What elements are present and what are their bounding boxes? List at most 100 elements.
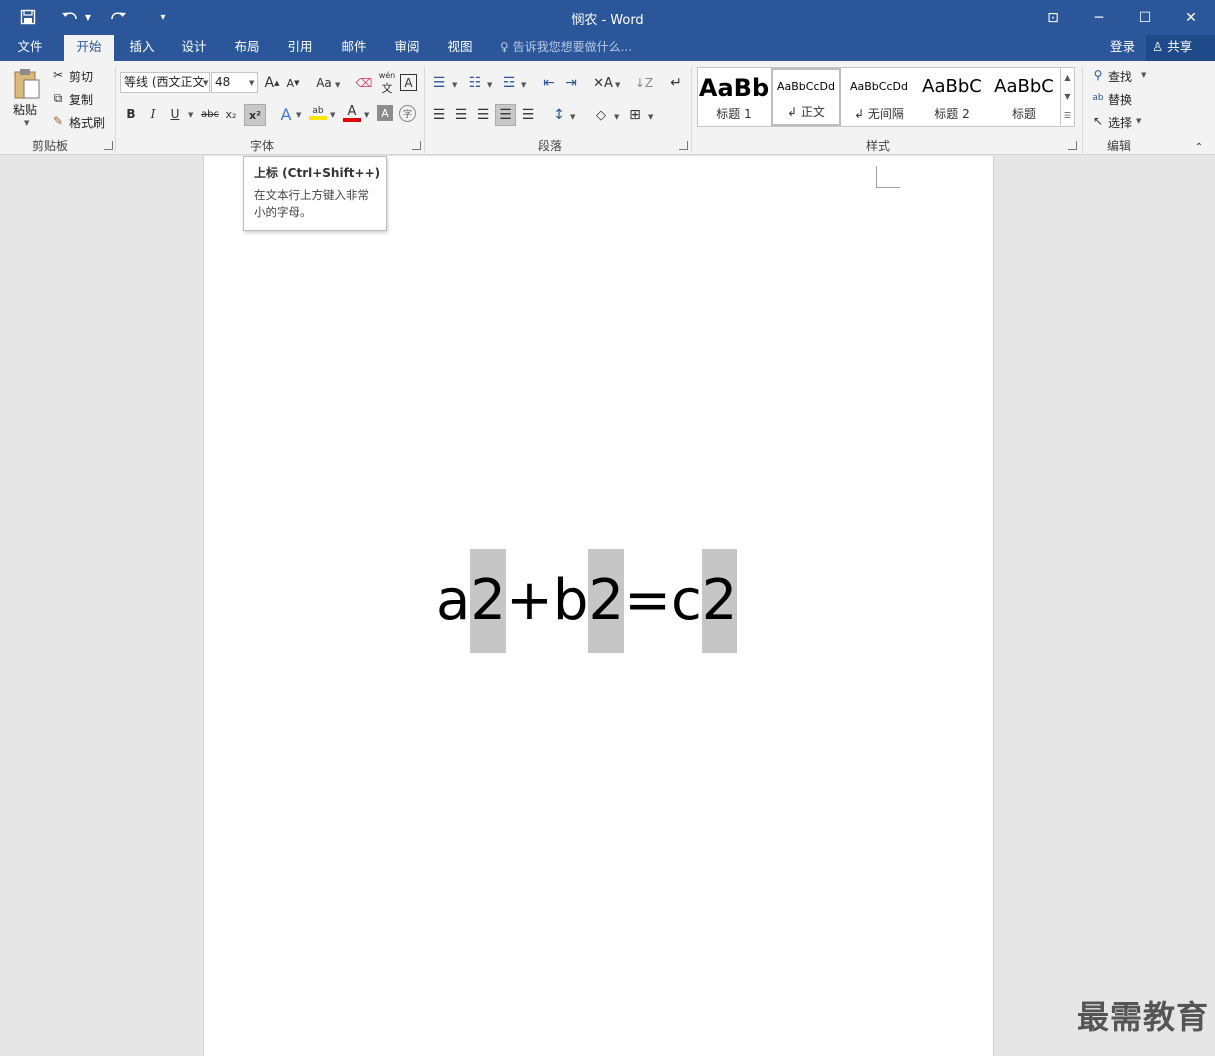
tab-layout[interactable]: 布局 (225, 35, 269, 61)
shrink-font-button[interactable]: A ▼ (284, 73, 302, 93)
find-dropdown-icon[interactable]: ▼ (1141, 71, 1146, 79)
shrink-font-label: A (286, 76, 295, 90)
decrease-indent-icon[interactable]: ⇤ (540, 73, 558, 93)
share-button[interactable]: ♙ 共享 (1146, 35, 1215, 61)
font-color-dropdown-icon[interactable]: ▼ (364, 111, 369, 119)
strikethrough-button[interactable]: abc (199, 104, 221, 124)
paste-icon[interactable] (10, 67, 44, 101)
style-title[interactable]: AaBbC 标题 (988, 68, 1060, 126)
paste-dropdown-icon[interactable]: ▼ (24, 119, 29, 127)
grow-font-button[interactable]: A ▲ (263, 73, 281, 93)
document-page[interactable]: a2+b2=c2 (203, 156, 994, 1056)
font-name-dropdown-icon[interactable]: ▼ (203, 79, 208, 87)
sort-icon[interactable]: ↓Z (635, 73, 653, 93)
clipboard-launcher-icon[interactable] (104, 141, 113, 150)
ribbon-display-icon[interactable]: ⊡ (1030, 0, 1076, 35)
character-border-icon[interactable]: A (400, 74, 417, 91)
find-button[interactable]: 查找 (1108, 68, 1132, 85)
format-painter-icon: ✎ (52, 114, 64, 128)
redo-icon[interactable] (106, 6, 130, 28)
equation-plus-b: +b (505, 568, 589, 633)
underline-button[interactable]: U (166, 104, 184, 124)
distributed-icon[interactable]: ☰ (519, 105, 537, 125)
font-color-icon[interactable]: A (342, 103, 362, 123)
replace-button[interactable]: 替换 (1108, 91, 1132, 108)
sign-in-link[interactable]: 登录 (1110, 35, 1135, 59)
tab-mailings[interactable]: 邮件 (332, 35, 376, 61)
align-left-icon[interactable]: ☰ (430, 105, 448, 125)
font-launcher-icon[interactable] (412, 141, 421, 150)
tab-insert[interactable]: 插入 (120, 35, 164, 61)
font-name-combo[interactable]: 等线 (西文正文 (120, 72, 210, 93)
line-spacing-dropdown-icon[interactable]: ▼ (570, 113, 575, 121)
multilevel-list-icon[interactable]: ☲ (500, 73, 518, 93)
justify-icon[interactable]: ☰ (495, 104, 516, 126)
customize-icon[interactable]: ▾ (154, 6, 172, 28)
italic-button[interactable]: I (144, 104, 162, 124)
multilevel-dropdown-icon[interactable]: ▼ (521, 81, 526, 89)
change-case-dropdown-icon[interactable]: ▼ (335, 81, 340, 89)
align-center-icon[interactable]: ☰ (452, 105, 470, 125)
text-effects-icon[interactable]: A (278, 104, 294, 124)
lightbulb-icon: ♀ (500, 40, 513, 54)
tab-review[interactable]: 审阅 (385, 35, 429, 61)
style-normal[interactable]: AaBbCcDd ↲ 正文 (771, 68, 841, 126)
style-heading-1[interactable]: AaBb 标题 1 (698, 68, 770, 126)
undo-dropdown-icon[interactable]: ▼ (82, 6, 94, 28)
format-painter-button[interactable]: 格式刷 (69, 114, 105, 131)
change-case-button[interactable]: Aa (313, 73, 335, 93)
select-dropdown-icon[interactable]: ▼ (1136, 117, 1141, 125)
gallery-scroll-down-icon[interactable]: ▼ (1060, 87, 1074, 106)
chinese-layout-dropdown-icon[interactable]: ▼ (615, 81, 620, 89)
borders-icon[interactable]: ⊞ (626, 105, 644, 125)
tab-design[interactable]: 设计 (172, 35, 216, 61)
gallery-more-icon[interactable]: ☰ (1060, 106, 1074, 125)
highlight-color-icon[interactable]: ab (308, 103, 328, 123)
borders-dropdown-icon[interactable]: ▼ (648, 113, 653, 121)
subscript-button[interactable]: x₂ (223, 104, 239, 124)
numbering-dropdown-icon[interactable]: ▼ (487, 81, 492, 89)
show-marks-icon[interactable]: ↵ (667, 73, 685, 93)
font-size-dropdown-icon[interactable]: ▼ (249, 79, 254, 87)
gallery-scroll-up-icon[interactable]: ▲ (1060, 68, 1074, 87)
superscript-button[interactable]: x² (244, 104, 266, 126)
minimize-button[interactable]: ─ (1076, 0, 1122, 35)
equation-text[interactable]: a2+b2=c2 (436, 549, 738, 653)
styles-launcher-icon[interactable] (1068, 141, 1077, 150)
shading-dropdown-icon[interactable]: ▼ (614, 113, 619, 121)
phonetic-guide-button[interactable]: wén 文 (378, 71, 396, 95)
select-button[interactable]: 选择 (1108, 114, 1132, 131)
chinese-layout-icon[interactable]: ✕A (593, 73, 613, 93)
increase-indent-icon[interactable]: ⇥ (562, 73, 580, 93)
enclose-characters-icon[interactable]: 字 (399, 105, 416, 122)
line-spacing-icon[interactable]: ↕ (550, 105, 568, 125)
save-icon[interactable] (16, 6, 40, 28)
tab-view[interactable]: 视图 (438, 35, 482, 61)
numbering-icon[interactable]: ☷ (466, 73, 484, 93)
text-effects-dropdown-icon[interactable]: ▼ (296, 111, 301, 119)
paragraph-launcher-icon[interactable] (679, 141, 688, 150)
equation-equals-c: =c (624, 568, 702, 633)
tab-home[interactable]: 开始 (64, 35, 114, 61)
maximize-button[interactable]: ☐ (1122, 0, 1168, 35)
bullets-dropdown-icon[interactable]: ▼ (452, 81, 457, 89)
align-right-icon[interactable]: ☰ (474, 105, 492, 125)
style-heading-2[interactable]: AaBbC 标题 2 (916, 68, 988, 126)
tell-me-box[interactable]: ♀ 告诉我您想要做什么... (500, 35, 632, 61)
underline-dropdown-icon[interactable]: ▼ (188, 111, 193, 119)
tab-references[interactable]: 引用 (278, 35, 322, 61)
style-no-spacing[interactable]: AaBbCcDd ↲ 无间隔 (843, 68, 915, 126)
tab-file[interactable]: 文件 (6, 35, 54, 61)
close-button[interactable]: ✕ (1168, 0, 1214, 35)
collapse-ribbon-icon[interactable]: ⌃ (1193, 141, 1205, 153)
bullets-icon[interactable]: ☰ (430, 73, 448, 93)
character-shading-icon[interactable]: A (377, 105, 393, 121)
bold-button[interactable]: B (122, 104, 140, 124)
shading-icon[interactable]: ◇ (592, 105, 610, 125)
copy-button[interactable]: 复制 (69, 91, 93, 108)
cut-button[interactable]: 剪切 (69, 68, 93, 85)
undo-icon[interactable] (58, 6, 82, 28)
clear-formatting-icon[interactable]: ⌫ (355, 73, 373, 93)
style-preview: AaBbCcDd (777, 80, 835, 93)
highlight-dropdown-icon[interactable]: ▼ (330, 111, 335, 119)
